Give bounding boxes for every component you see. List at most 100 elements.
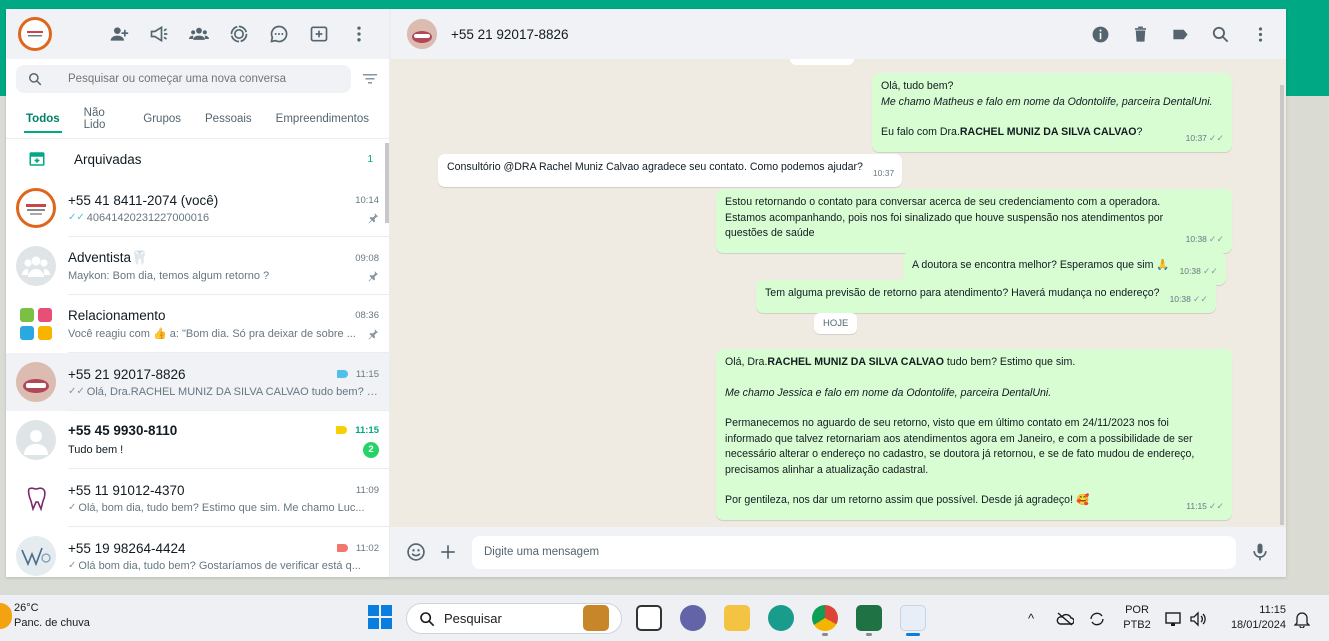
unread-badge: 2 [363,441,379,458]
start-icon[interactable] [368,605,392,629]
menu-icon[interactable] [349,24,369,44]
conversation-panel: +55 21 92017-8826 Olá, tudo bem? Me cham… [390,9,1286,577]
archived-label: Arquivadas [74,151,142,167]
emoji-icon[interactable] [406,542,426,562]
status-icon[interactable] [229,24,249,44]
chat-time: 09:08 [355,252,379,264]
message-input[interactable]: Digite uma mensagem [472,535,1236,569]
excel-running-dot [866,633,872,636]
message-outgoing[interactable]: Tem alguma previsão de retorno para aten… [756,280,1216,313]
onedrive-icon[interactable] [1056,595,1074,641]
edge-icon[interactable] [768,605,794,631]
search-messages-icon[interactable] [1211,25,1230,44]
default-avatar [16,420,56,460]
messages-scrollbar[interactable] [1280,85,1284,525]
search-icon [420,611,435,626]
chat-item-logo[interactable]: +55 19 98264-4424 11:02 ✓ Olá bom dia, t… [6,527,389,577]
profile-avatar[interactable] [18,17,52,51]
label-icon[interactable] [1171,25,1190,44]
search-icon [29,73,42,86]
background-panel [1286,96,1329,600]
double-check-icon: ✓✓ [1208,133,1224,143]
chat-name: Relacionamento [68,308,166,323]
chrome-running-dot [822,633,828,636]
file-explorer-icon[interactable] [724,605,750,631]
chat-list: +55 41 8411-2074 (você) 10:14 ✓✓ 4064142… [6,179,389,577]
tab-empreendimentos[interactable]: Empreendimentos [264,99,381,139]
info-icon[interactable] [1091,25,1110,44]
volume-icon[interactable] [1189,595,1207,641]
attach-plus-icon[interactable] [438,542,458,562]
weather-widget[interactable]: 26°C Panc. de chuva [0,601,90,631]
search-input[interactable] [68,73,338,85]
sidebar-scrollbar[interactable] [385,143,389,223]
briefcase-icon[interactable] [583,605,609,631]
date-chip [790,59,854,65]
contact-name[interactable]: +55 21 92017-8826 [451,27,569,42]
sidebar-header [6,9,389,59]
new-contact-icon[interactable] [109,24,129,44]
chat-item-adventista[interactable]: Adventista🦷 09:08 Maykon: Bom dia, temos… [6,237,389,295]
tab-nao-lido[interactable]: Não Lido [72,99,132,139]
message-list: Olá, tudo bem? Me chamo Matheus e falo e… [390,59,1286,527]
filter-icon[interactable] [361,70,379,88]
double-check-icon: ✓✓ [1192,294,1208,304]
conversation-header: +55 21 92017-8826 [390,9,1286,59]
microphone-icon[interactable] [1250,542,1270,562]
tray-chevron-icon[interactable]: ^ [1028,595,1034,641]
system-clock[interactable]: 11:15 18/01/2024 [1222,603,1286,633]
chat-name: Adventista🦷 [68,250,148,265]
sync-icon[interactable] [1088,595,1106,641]
label-tag [336,370,348,378]
chat-item-relacionamento[interactable]: Relacionamento 08:36 Você reagiu com 👍 a… [6,295,389,353]
delete-icon[interactable] [1131,25,1150,44]
search-box[interactable] [16,65,351,93]
message-outgoing[interactable]: Estou retornando o contato para conversa… [716,189,1232,253]
chat-item-dental[interactable]: +55 11 91012-4370 11:09 ✓ Olá, bom dia, … [6,469,389,527]
pin-icon [368,328,378,339]
tab-pessoais[interactable]: Pessoais [193,99,264,139]
taskview-icon[interactable] [636,605,662,631]
notification-bell-icon[interactable] [1294,595,1310,641]
chat-item-self[interactable]: +55 41 8411-2074 (você) 10:14 ✓✓ 4064142… [6,179,389,237]
puzzle-avatar [16,304,56,344]
tab-todos[interactable]: Todos [14,99,72,139]
network-icon[interactable] [1165,595,1183,641]
contact-avatar[interactable] [407,19,437,49]
snipping-tool-icon[interactable] [900,605,926,631]
chat-time: 11:15 [336,425,379,436]
message-incoming[interactable]: Consultório @DRA Rachel Muniz Calvao agr… [438,154,903,187]
chat-preview: 40641420231227000016 [86,211,210,224]
channels-icon[interactable] [149,24,169,44]
smile-avatar [16,362,56,402]
double-check-icon: ✓✓ [1208,234,1224,244]
new-chat-icon[interactable] [309,24,329,44]
double-check-icon: ✓✓ [68,212,85,223]
language-indicator[interactable]: POR PTB2 [1122,603,1152,633]
chat-name: +55 41 8411-2074 (você) [68,192,219,208]
communities-icon[interactable] [189,24,209,44]
double-check-icon: ✓✓ [1208,501,1224,511]
check-icon: ✓ [68,560,77,571]
chrome-icon[interactable] [812,605,838,631]
composer: Digite uma mensagem [390,527,1286,577]
chat-preview: Tudo bem ! [68,443,124,456]
label-tag [336,544,348,552]
chat-filter-tabs: Todos Não Lido Grupos Pessoais Empreendi… [6,99,389,139]
check-icon: ✓ [68,502,77,513]
chat-avatar [16,188,56,228]
archived-count: 1 [367,153,373,165]
teams-icon[interactable] [680,605,706,631]
chat-item-unread[interactable]: +55 45 9930-8110 11:15 Tudo bem ! 2 [6,411,389,469]
excel-icon[interactable] [856,605,882,631]
chat-bubble-icon[interactable] [269,24,289,44]
menu-icon[interactable] [1251,25,1270,44]
message-outgoing[interactable]: Olá, Dra.RACHEL MUNIZ DA SILVA CALVAO tu… [716,349,1232,520]
message-outgoing[interactable]: Olá, tudo bem? Me chamo Matheus e falo e… [872,73,1232,152]
chat-preview: Olá, Dra.RACHEL MUNIZ DA SILVA CALVAO tu… [86,385,379,398]
tab-grupos[interactable]: Grupos [131,99,193,139]
archived-row[interactable]: Arquivadas 1 [6,139,389,179]
sun-icon [0,603,12,629]
chat-item-selected[interactable]: +55 21 92017-8826 11:15 ✓✓ Olá, Dra.RACH… [6,353,389,411]
chat-name: +55 11 91012-4370 [68,482,185,498]
